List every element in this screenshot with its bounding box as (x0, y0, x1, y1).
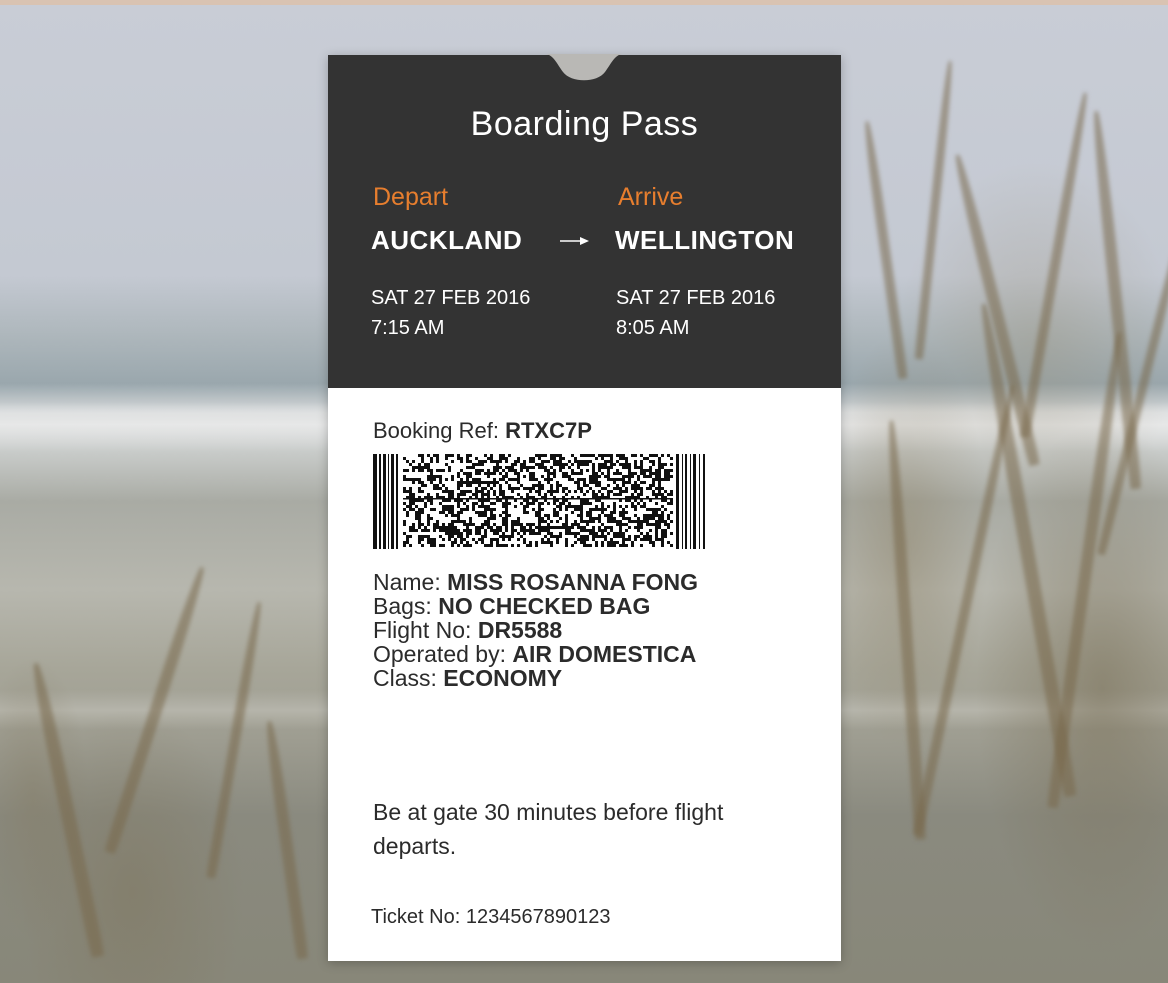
depart-datetime: SAT 27 FEB 2016 7:15 AM (371, 283, 530, 343)
booking-ref: Booking Ref: RTXC7P (373, 418, 592, 444)
depart-label: Depart (373, 183, 449, 211)
depart-date: SAT 27 FEB 2016 (371, 287, 531, 309)
arrive-date: SAT 27 FEB 2016 (616, 287, 776, 309)
detail-flight-no: Flight No: DR5588 (373, 618, 698, 642)
arrive-city: WELLINGTON (615, 225, 795, 255)
right-arrow-icon (560, 237, 589, 245)
detail-value: NO CHECKED BAG (438, 593, 651, 619)
booking-ref-label: Booking Ref: (373, 418, 499, 443)
boarding-pass-card: Boarding Pass Depart Arrive AUCKLAND WEL… (328, 54, 841, 961)
booking-ref-value: RTXC7P (505, 418, 592, 443)
pass-header: Boarding Pass Depart Arrive AUCKLAND WEL… (328, 54, 841, 388)
depart-time: 7:15 AM (371, 317, 445, 339)
detail-label: Flight No: (373, 617, 472, 643)
ticket-value: 1234567890123 (465, 906, 611, 928)
arrive-label: Arrive (618, 183, 684, 211)
detail-name: Name: MISS ROSANNA FONG (373, 570, 698, 594)
detail-value: ECONOMY (443, 665, 563, 691)
pass-title: Boarding Pass (470, 105, 699, 143)
passenger-details: Name: MISS ROSANNA FONG Bags: NO CHECKED… (373, 570, 698, 690)
detail-value: AIR DOMESTICA (512, 641, 697, 667)
detail-label: Operated by: (373, 641, 506, 667)
detail-label: Bags: (373, 593, 432, 619)
depart-city: AUCKLAND (371, 225, 523, 255)
detail-label: Class: (373, 665, 437, 691)
ticket-label: Ticket No: (371, 906, 461, 928)
barcode-icon (373, 454, 705, 549)
arrive-datetime: SAT 27 FEB 2016 8:05 AM (616, 283, 775, 343)
detail-bags: Bags: NO CHECKED BAG (373, 594, 698, 618)
detail-value: MISS ROSANNA FONG (447, 569, 699, 595)
gate-note: Be at gate 30 minutes before flight depa… (373, 799, 724, 859)
detail-class: Class: ECONOMY (373, 666, 698, 690)
ticket-notch (545, 54, 623, 81)
detail-value: DR5588 (477, 617, 563, 643)
detail-operator: Operated by: AIR DOMESTICA (373, 642, 698, 666)
detail-label: Name: (373, 569, 441, 595)
arrive-time: 8:05 AM (616, 317, 690, 339)
ticket-number: Ticket No: 1234567890123 (371, 906, 610, 929)
